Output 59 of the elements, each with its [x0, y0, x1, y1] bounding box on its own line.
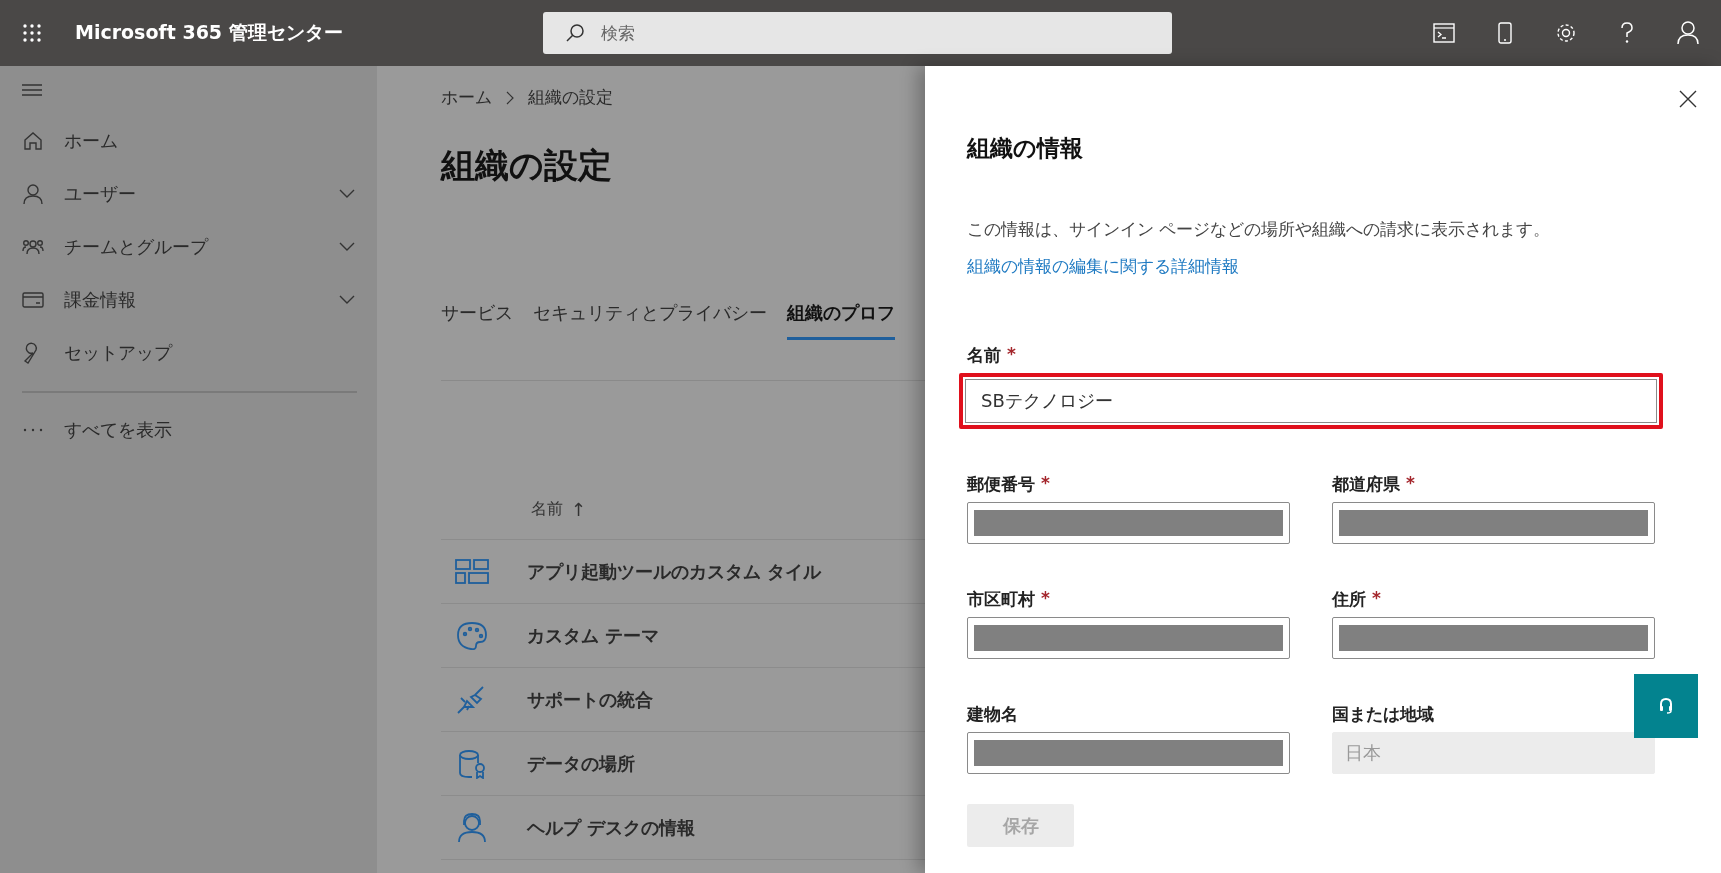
- text-field[interactable]: [967, 617, 1290, 659]
- sort-arrow: ↑: [571, 498, 587, 520]
- nav-item[interactable]: 課金情報: [22, 273, 357, 326]
- text-field[interactable]: [967, 502, 1290, 544]
- text-field[interactable]: [967, 732, 1290, 774]
- nav-item[interactable]: ホーム: [22, 114, 357, 167]
- required-mark: *: [1372, 588, 1381, 610]
- app-launcher-icon[interactable]: [22, 23, 42, 43]
- headset-icon: [1658, 697, 1674, 715]
- nav-item[interactable]: チームとグループ: [22, 220, 357, 273]
- mobile-icon[interactable]: [1498, 22, 1512, 44]
- tab[interactable]: サービス: [441, 301, 513, 340]
- page-title: 組織の設定: [441, 144, 612, 187]
- setting-name[interactable]: アプリ起動ツールのカスタム タイル: [527, 559, 822, 584]
- setting-name[interactable]: サポートの統合: [527, 687, 653, 712]
- help-link[interactable]: 組織の情報の編集に関する詳細情報: [967, 255, 1239, 278]
- more-icon: [22, 427, 44, 432]
- settings-icon[interactable]: [1555, 22, 1577, 44]
- setting-name[interactable]: カスタム テーマ: [527, 623, 660, 648]
- search-field[interactable]: 検索: [543, 12, 1172, 54]
- required-mark: *: [1406, 473, 1415, 495]
- nav-item[interactable]: セットアップ: [22, 326, 357, 379]
- person-icon: [22, 182, 44, 205]
- close-icon[interactable]: [1679, 90, 1697, 108]
- setting-name[interactable]: データの場所: [527, 751, 635, 776]
- field-label: 建物名: [967, 703, 1018, 726]
- required-mark: *: [1041, 473, 1050, 495]
- field-label: 住所: [1332, 588, 1366, 611]
- app-title: Microsoft 365 管理センター: [75, 20, 344, 45]
- breadcrumb-link[interactable]: 組織の設定: [528, 86, 613, 109]
- field-label: 都道府県: [1332, 473, 1400, 496]
- text-field[interactable]: [1332, 502, 1655, 544]
- account-icon[interactable]: [1677, 21, 1699, 45]
- field-label: 市区町村: [967, 588, 1035, 611]
- help-icon[interactable]: [1620, 22, 1634, 44]
- headset-person-icon: [455, 812, 489, 843]
- description: この情報は、サインイン ページなどの場所や組織への請求に表示されます。: [967, 218, 1552, 241]
- field-label: 郵便番号: [967, 473, 1035, 496]
- column-header[interactable]: 名前: [531, 498, 563, 520]
- breadcrumb-link[interactable]: ホーム: [441, 86, 492, 109]
- tab[interactable]: 組織のプロフ: [787, 301, 895, 340]
- terminal-icon[interactable]: [1433, 23, 1455, 43]
- required-mark: *: [1007, 344, 1016, 366]
- text-field[interactable]: [1332, 617, 1655, 659]
- palette-icon: [455, 620, 489, 651]
- field-label: 名前: [967, 344, 1001, 367]
- nav-item[interactable]: ユーザー: [22, 167, 357, 220]
- show-all-link[interactable]: すべてを表示: [22, 403, 357, 456]
- text-field[interactable]: SBテクノロジー: [959, 373, 1663, 429]
- tab[interactable]: セキュリティとプライバシー: [533, 301, 767, 340]
- chevron-icon: [506, 90, 514, 105]
- search-icon: [565, 23, 585, 43]
- tiles-icon: [455, 556, 489, 587]
- menu-icon[interactable]: [22, 84, 42, 96]
- field-label: 国または地域: [1332, 703, 1434, 726]
- required-mark: *: [1041, 588, 1050, 610]
- home-icon: [22, 129, 44, 152]
- panel-title: 組織の情報: [967, 134, 1084, 163]
- setting-name[interactable]: ヘルプ デスクの情報: [527, 815, 696, 840]
